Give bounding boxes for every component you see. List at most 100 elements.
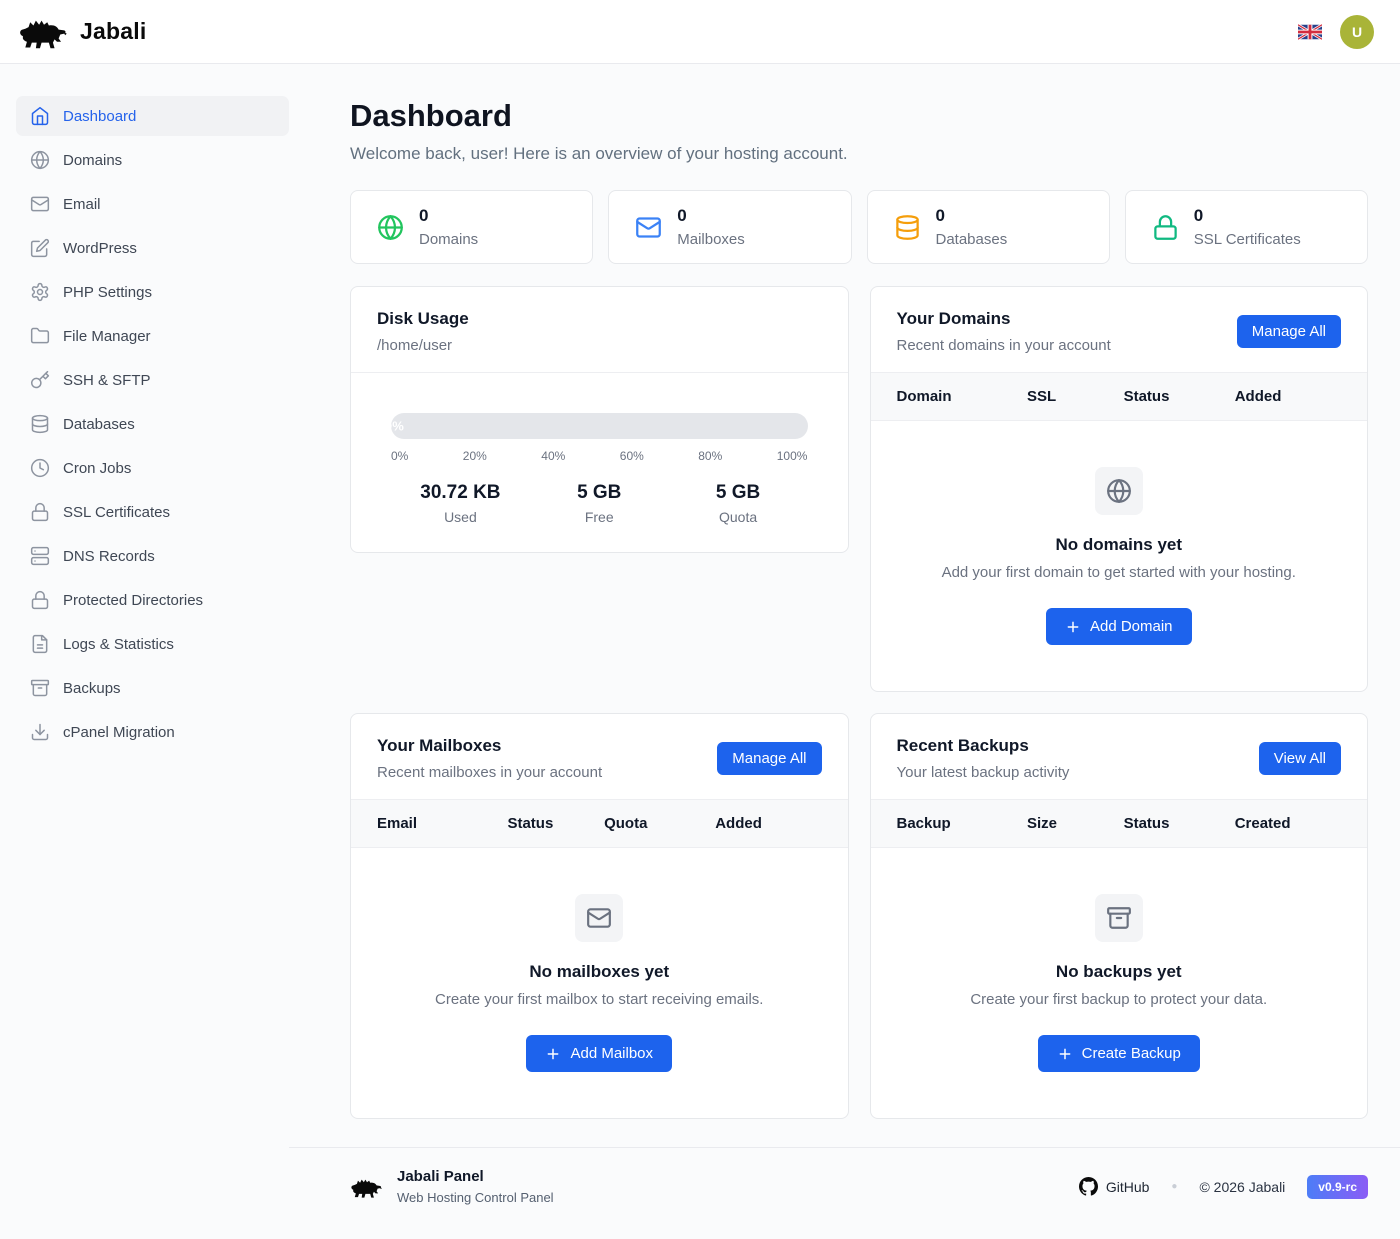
table-header-row: EmailStatusQuotaAdded [351, 799, 848, 848]
sidebar-item-dns-records[interactable]: DNS Records [16, 536, 289, 576]
plus-icon [1057, 1046, 1073, 1062]
sidebar-item-label: Protected Directories [63, 592, 203, 609]
panel-title: Recent Backups [897, 736, 1070, 756]
add-mailbox-button[interactable]: Add Mailbox [526, 1035, 672, 1072]
scale-tick: 40% [541, 449, 565, 463]
stat-label: Databases [936, 231, 1008, 248]
sidebar-item-file-manager[interactable]: File Manager [16, 316, 289, 356]
sidebar-item-logs-statistics[interactable]: Logs & Statistics [16, 624, 289, 664]
manage-all-button[interactable]: Manage All [717, 742, 821, 775]
sidebar-item-backups[interactable]: Backups [16, 668, 289, 708]
disk-usage-progressbar: 0% [391, 413, 808, 439]
sidebar-item-label: SSH & SFTP [63, 372, 151, 389]
panel-subtitle: Your latest backup activity [897, 764, 1070, 781]
empty-state-message: Add your first domain to get started wit… [895, 564, 1344, 581]
footer-boar-logo-icon [350, 1175, 384, 1199]
disk-usage-path: /home/user [377, 337, 469, 354]
empty-state-title: No backups yet [895, 962, 1344, 982]
empty-state: No domains yet Add your first domain to g… [871, 421, 1368, 691]
sidebar-item-protected-directories[interactable]: Protected Directories [16, 580, 289, 620]
button-label: Create Backup [1082, 1045, 1181, 1062]
lock-icon [1152, 214, 1179, 241]
column-header-domain: Domain [897, 388, 1027, 405]
page-subtitle: Welcome back, user! Here is an overview … [350, 144, 1368, 164]
disk-usage-percent: 0% [391, 419, 404, 434]
sidebar-item-label: Domains [63, 152, 122, 169]
sidebar-item-label: PHP Settings [63, 284, 152, 301]
stat-value: 0 [419, 206, 478, 226]
sidebar-item-ssl-certificates[interactable]: SSL Certificates [16, 492, 289, 532]
manage-all-button[interactable]: Manage All [1237, 315, 1341, 348]
column-header-email: Email [377, 815, 507, 832]
footer-tagline: Web Hosting Control Panel [397, 1190, 554, 1205]
sidebar-item-ssh-sftp[interactable]: SSH & SFTP [16, 360, 289, 400]
boar-logo-icon [18, 14, 70, 50]
button-label: Add Domain [1090, 618, 1173, 635]
sidebar-item-wordpress[interactable]: WordPress [16, 228, 289, 268]
globe-icon [30, 150, 50, 170]
mail-icon [635, 214, 662, 241]
mail-icon [30, 194, 50, 214]
main-content: Dashboard Welcome back, user! Here is an… [289, 64, 1400, 1239]
github-icon [1079, 1177, 1098, 1196]
sidebar-item-label: Cron Jobs [63, 460, 131, 477]
github-link[interactable]: GitHub [1079, 1177, 1150, 1196]
sidebar-item-databases[interactable]: Databases [16, 404, 289, 444]
column-header-created: Created [1235, 815, 1341, 832]
database-icon [30, 414, 50, 434]
footer-copyright: © 2026 Jabali [1199, 1179, 1285, 1195]
add-domain-button[interactable]: Add Domain [1046, 608, 1192, 645]
scale-tick: 100% [777, 449, 808, 463]
mailboxes-panel: Your MailboxesRecent mailboxes in your a… [350, 713, 849, 1119]
panel-subtitle: Recent domains in your account [897, 337, 1111, 354]
version-badge: v0.9-rc [1307, 1175, 1368, 1199]
empty-state-title: No domains yet [895, 535, 1344, 555]
sidebar-item-dashboard[interactable]: Dashboard [16, 96, 289, 136]
user-avatar[interactable]: U [1340, 15, 1374, 49]
brand: Jabali [18, 14, 146, 50]
scale-tick: 0% [391, 449, 408, 463]
stats-row: 0Domains0Mailboxes0Databases0SSL Certifi… [350, 190, 1368, 264]
stat-card-ssl-certificates: 0SSL Certificates [1125, 190, 1368, 264]
top-bar: Jabali U [0, 0, 1400, 64]
clock-icon [30, 458, 50, 478]
column-header-ssl: SSL [1027, 388, 1124, 405]
page-title: Dashboard [350, 98, 1368, 134]
sidebar-item-php-settings[interactable]: PHP Settings [16, 272, 289, 312]
sidebar-item-domains[interactable]: Domains [16, 140, 289, 180]
stat-card-databases: 0Databases [867, 190, 1110, 264]
sidebar-item-email[interactable]: Email [16, 184, 289, 224]
scale-tick: 80% [698, 449, 722, 463]
sidebar-item-label: Email [63, 196, 101, 213]
edit-icon [30, 238, 50, 258]
scale-tick: 60% [620, 449, 644, 463]
archive-icon [30, 678, 50, 698]
plus-icon [1065, 619, 1081, 635]
column-header-added: Added [1235, 388, 1341, 405]
key-icon [30, 370, 50, 390]
disk-stat-used: 30.72 KBUsed [391, 482, 530, 525]
table-header-row: DomainSSLStatusAdded [871, 372, 1368, 421]
plus-icon [545, 1046, 561, 1062]
stat-label: Domains [419, 231, 478, 248]
empty-state-message: Create your first mailbox to start recei… [375, 991, 824, 1008]
archive-icon [1106, 905, 1132, 931]
panel-title: Your Domains [897, 309, 1111, 329]
sidebar-item-label: Databases [63, 416, 135, 433]
sidebar-item-label: Backups [63, 680, 121, 697]
mail-icon [586, 905, 612, 931]
panel-subtitle: Recent mailboxes in your account [377, 764, 602, 781]
empty-state: No mailboxes yetCreate your first mailbo… [351, 848, 848, 1118]
view-all-button[interactable]: View All [1259, 742, 1341, 775]
empty-state: No backups yetCreate your first backup t… [871, 848, 1368, 1118]
language-flag-icon[interactable] [1298, 24, 1322, 40]
stat-card-mailboxes: 0Mailboxes [608, 190, 851, 264]
sidebar-item-cron-jobs[interactable]: Cron Jobs [16, 448, 289, 488]
sidebar-item-cpanel-migration[interactable]: cPanel Migration [16, 712, 289, 752]
disk-stat-value: 5 GB [530, 482, 669, 504]
file-text-icon [30, 634, 50, 654]
create-backup-button[interactable]: Create Backup [1038, 1035, 1200, 1072]
disk-usage-card: Disk Usage /home/user 0% 0%20%40%60%80%1… [350, 286, 849, 553]
stat-value: 0 [1194, 206, 1301, 226]
folder-icon [30, 326, 50, 346]
